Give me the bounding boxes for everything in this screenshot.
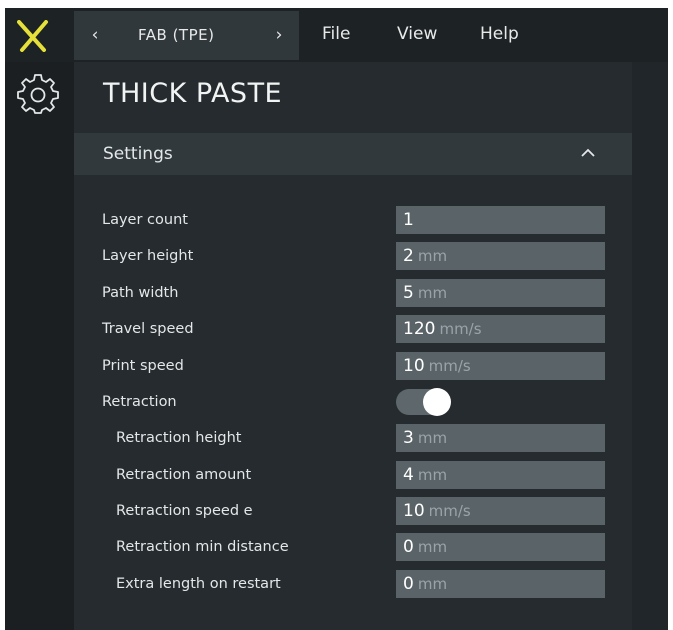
print-speed-field[interactable]: 10 mm/s xyxy=(396,352,605,380)
toggle-knob xyxy=(423,388,451,416)
setting-row-layer-height: Layer height 2 mm xyxy=(74,241,632,271)
setting-row-retraction-min-distance: Retraction min distance 0 mm xyxy=(74,532,632,562)
gear-icon[interactable] xyxy=(17,73,59,115)
setting-label: Retraction min distance xyxy=(116,539,289,555)
top-bar: ‹ FAB (TPE) › File View Help xyxy=(5,8,668,62)
setting-label: Print speed xyxy=(102,358,184,374)
x-logo-icon xyxy=(17,20,48,52)
settings-section-header[interactable]: Settings xyxy=(74,133,632,175)
settings-section-label: Settings xyxy=(103,144,173,164)
setting-label: Extra length on restart xyxy=(116,576,281,592)
menu-file[interactable]: File xyxy=(322,8,350,62)
setting-row-print-speed: Print speed 10 mm/s xyxy=(74,351,632,381)
retraction-height-field[interactable]: 3 mm xyxy=(396,424,605,452)
extra-length-on-restart-field[interactable]: 0 mm xyxy=(396,570,605,598)
setting-row-retraction-amount: Retraction amount 4 mm xyxy=(74,460,632,490)
layer-count-field[interactable]: 1 xyxy=(396,206,605,234)
setting-row-path-width: Path width 5 mm xyxy=(74,278,632,308)
setting-row-retraction-height: Retraction height 3 mm xyxy=(74,423,632,453)
setting-row-retraction: Retraction xyxy=(74,387,632,417)
right-scroll-strip xyxy=(632,62,668,630)
setting-label: Retraction xyxy=(102,394,177,410)
panel-title: THICK PASTE xyxy=(103,78,283,109)
retraction-min-distance-field[interactable]: 0 mm xyxy=(396,533,605,561)
setting-label: Path width xyxy=(102,285,179,301)
setting-label: Retraction speed e xyxy=(116,503,253,519)
setting-label: Travel speed xyxy=(102,321,194,337)
retraction-amount-field[interactable]: 4 mm xyxy=(396,461,605,489)
setting-label: Retraction height xyxy=(116,430,242,446)
travel-speed-field[interactable]: 120 mm/s xyxy=(396,315,605,343)
machine-selector: ‹ FAB (TPE) › xyxy=(74,11,299,60)
previous-machine-button[interactable]: ‹ xyxy=(80,11,110,60)
left-rail xyxy=(5,62,74,630)
setting-row-retraction-speed-e: Retraction speed e 10 mm/s xyxy=(74,496,632,526)
setting-row-extra-length-on-restart: Extra length on restart 0 mm xyxy=(74,569,632,599)
setting-label: Retraction amount xyxy=(116,467,252,483)
retraction-toggle[interactable] xyxy=(396,388,453,416)
retraction-speed-e-field[interactable]: 10 mm/s xyxy=(396,497,605,525)
chevron-up-icon[interactable] xyxy=(579,146,597,160)
setting-row-travel-speed: Travel speed 120 mm/s xyxy=(74,314,632,344)
setting-label: Layer count xyxy=(102,212,188,228)
machine-name[interactable]: FAB (TPE) xyxy=(138,11,214,60)
setting-label: Layer height xyxy=(102,248,194,264)
menu-view[interactable]: View xyxy=(397,8,437,62)
menu-help[interactable]: Help xyxy=(480,8,519,62)
path-width-field[interactable]: 5 mm xyxy=(396,279,605,307)
app-window: ‹ FAB (TPE) › File View Help THICK PASTE… xyxy=(5,8,668,630)
setting-row-layer-count: Layer count 1 xyxy=(74,205,632,235)
layer-height-field[interactable]: 2 mm xyxy=(396,242,605,270)
next-machine-button[interactable]: › xyxy=(264,11,294,60)
